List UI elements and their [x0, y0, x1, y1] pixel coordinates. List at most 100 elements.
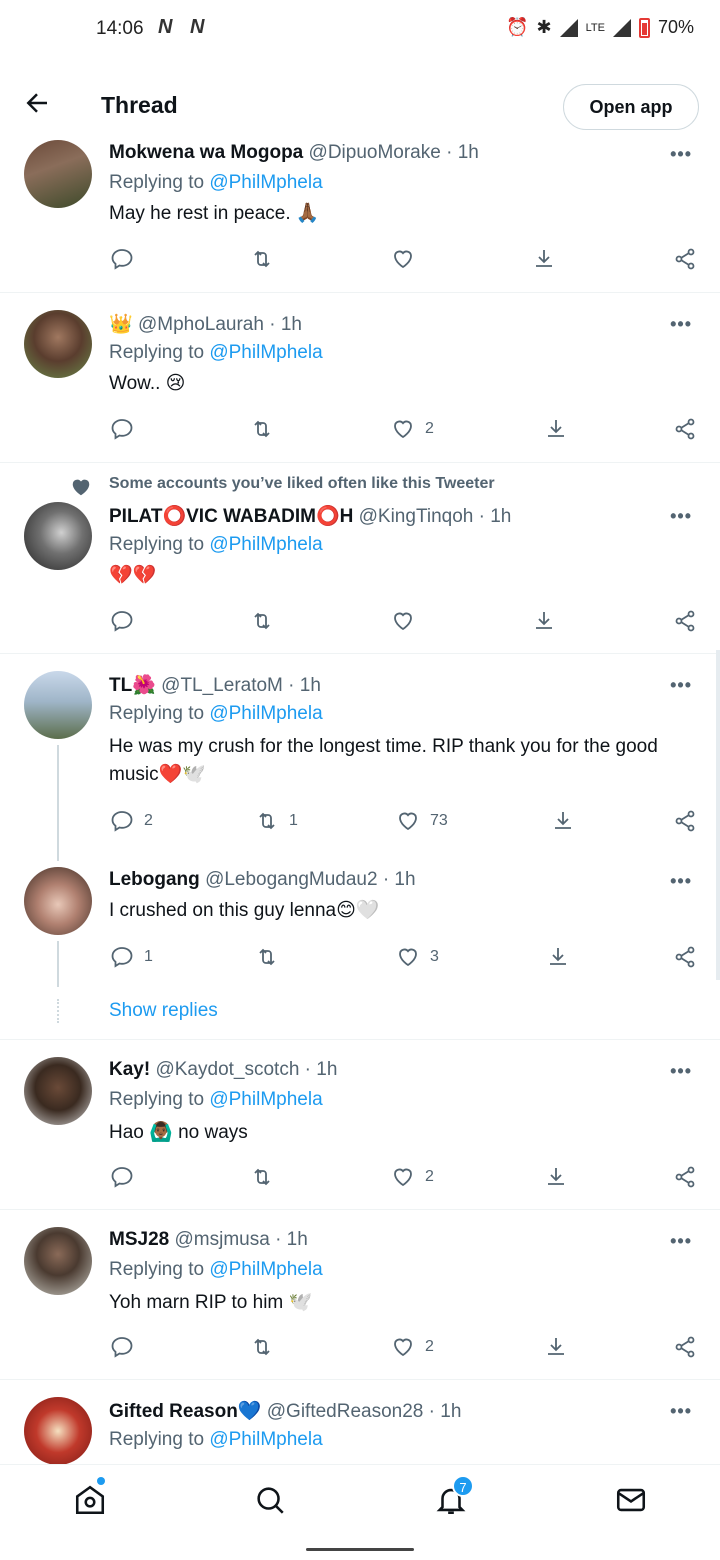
- retweet-button[interactable]: [255, 945, 289, 969]
- like-button[interactable]: [391, 247, 425, 271]
- nav-notifications[interactable]: 7: [434, 1475, 474, 1517]
- reply-button[interactable]: [110, 1165, 144, 1189]
- handle[interactable]: @DipuoMorake: [309, 142, 441, 163]
- avatar[interactable]: [24, 1397, 92, 1464]
- download-button[interactable]: [546, 945, 570, 969]
- show-replies-link[interactable]: Show replies: [109, 1000, 218, 1022]
- share-button[interactable]: [673, 247, 697, 271]
- display-name[interactable]: MSJ28: [109, 1229, 169, 1250]
- display-name[interactable]: Kay!: [109, 1059, 150, 1080]
- tweet[interactable]: Kay! @Kaydot_scotch · 1h ••• Replying to…: [0, 1041, 720, 1210]
- nav-messages[interactable]: [614, 1483, 648, 1517]
- reply-button[interactable]: [110, 1335, 144, 1359]
- nav-search[interactable]: [253, 1483, 287, 1517]
- more-options-icon[interactable]: •••: [670, 675, 692, 696]
- mention-link[interactable]: @PhilMphela: [209, 1089, 322, 1110]
- display-name[interactable]: TL🌺: [109, 675, 156, 696]
- retweet-button[interactable]: [250, 609, 284, 633]
- tweet[interactable]: TL🌺 @TL_LeratoM · 1h ••• Replying to @Ph…: [0, 655, 720, 861]
- reply-button[interactable]: [110, 609, 144, 633]
- share-button[interactable]: [673, 609, 697, 633]
- handle[interactable]: @GiftedReason28: [267, 1401, 424, 1422]
- like-button[interactable]: 73: [396, 809, 448, 833]
- home-indicator[interactable]: [306, 1548, 414, 1551]
- nav-home[interactable]: [73, 1477, 107, 1517]
- retweet-button[interactable]: [250, 417, 284, 441]
- retweet-button[interactable]: [250, 1165, 284, 1189]
- mention-link[interactable]: @PhilMphela: [209, 703, 322, 724]
- share-button[interactable]: [673, 1335, 697, 1359]
- share-button[interactable]: [673, 417, 697, 441]
- avatar[interactable]: [24, 671, 92, 739]
- mention-link[interactable]: @PhilMphela: [209, 342, 322, 363]
- retweet-button[interactable]: 1: [255, 809, 298, 833]
- avatar[interactable]: [24, 1227, 92, 1295]
- more-options-icon[interactable]: •••: [670, 144, 692, 165]
- display-name[interactable]: PILAT⭕VIC WABADIM⭕H: [109, 506, 353, 527]
- display-name[interactable]: 👑: [109, 314, 133, 335]
- like-button[interactable]: 2: [391, 1335, 434, 1359]
- retweet-button[interactable]: [250, 247, 284, 271]
- cell-signal-icon: [612, 18, 631, 37]
- mention-link[interactable]: @PhilMphela: [209, 1259, 322, 1280]
- handle[interactable]: @TL_LeratoM: [161, 675, 283, 696]
- more-options-icon[interactable]: •••: [670, 1061, 692, 1082]
- avatar[interactable]: [24, 140, 92, 208]
- handle[interactable]: @MphoLaurah: [138, 314, 264, 335]
- more-options-icon[interactable]: •••: [670, 1401, 692, 1422]
- avatar[interactable]: [24, 867, 92, 935]
- mention-link[interactable]: @PhilMphela: [209, 1429, 322, 1450]
- back-arrow-icon[interactable]: [22, 88, 52, 118]
- display-name[interactable]: Gifted Reason💙: [109, 1401, 261, 1422]
- gesture-area: [0, 1536, 720, 1560]
- tweet[interactable]: Some accounts you’ve liked often like th…: [0, 464, 720, 654]
- like-button[interactable]: [391, 609, 425, 633]
- like-button[interactable]: 2: [391, 1165, 434, 1189]
- more-options-icon[interactable]: •••: [670, 871, 692, 892]
- handle[interactable]: @LebogangMudau2: [205, 869, 377, 890]
- open-app-button[interactable]: Open app: [563, 84, 699, 130]
- tweet-meta: Gifted Reason💙 @GiftedReason28 · 1h: [109, 1399, 461, 1423]
- share-button[interactable]: [673, 1165, 697, 1189]
- avatar[interactable]: [24, 1057, 92, 1125]
- download-icon: [548, 420, 564, 437]
- avatar[interactable]: [24, 310, 92, 378]
- reply-button[interactable]: [110, 247, 144, 271]
- reply-button[interactable]: 2: [110, 809, 153, 833]
- like-button[interactable]: 3: [396, 945, 439, 969]
- tweet-text: May he rest in peace. 🙏🏾: [109, 203, 320, 224]
- more-options-icon[interactable]: •••: [670, 506, 692, 527]
- tweet[interactable]: Gifted Reason💙 @GiftedReason28 · 1h ••• …: [0, 1381, 720, 1464]
- download-button[interactable]: [551, 809, 575, 833]
- more-options-icon[interactable]: •••: [670, 314, 692, 335]
- avatar[interactable]: [24, 502, 92, 570]
- handle[interactable]: @msjmusa: [174, 1229, 269, 1250]
- scrollbar[interactable]: [716, 650, 720, 980]
- download-button[interactable]: [544, 417, 568, 441]
- status-bar: 14:06 N N ⏰ ✱ LTE 70%: [0, 0, 720, 60]
- retweet-icon: [259, 948, 275, 966]
- more-options-icon[interactable]: •••: [670, 1231, 692, 1252]
- share-button[interactable]: [673, 809, 697, 833]
- handle[interactable]: @Kaydot_scotch: [155, 1059, 299, 1080]
- mention-link[interactable]: @PhilMphela: [209, 534, 322, 555]
- battery-icon: [638, 17, 650, 38]
- share-button[interactable]: [673, 945, 697, 969]
- tweet[interactable]: Lebogang @LebogangMudau2 · 1h ••• I crus…: [0, 855, 720, 1040]
- handle[interactable]: @KingTinqoh: [359, 506, 474, 527]
- reply-button[interactable]: [110, 417, 144, 441]
- tweet[interactable]: 👑 @MphoLaurah · 1h ••• Replying to @Phil…: [0, 294, 720, 463]
- download-button[interactable]: [532, 247, 556, 271]
- tweet[interactable]: MSJ28 @msjmusa · 1h ••• Replying to @Phi…: [0, 1211, 720, 1380]
- download-button[interactable]: [544, 1335, 568, 1359]
- reply-button[interactable]: 1: [110, 945, 153, 969]
- like-button[interactable]: 2: [391, 417, 434, 441]
- download-button[interactable]: [532, 609, 556, 633]
- tweet[interactable]: Mokwena wa Mogopa @DipuoMorake · 1h ••• …: [0, 140, 720, 293]
- display-name[interactable]: Lebogang: [109, 869, 200, 890]
- retweet-button[interactable]: [250, 1335, 284, 1359]
- display-name[interactable]: Mokwena wa Mogopa: [109, 142, 303, 163]
- download-button[interactable]: [544, 1165, 568, 1189]
- mention-link[interactable]: @PhilMphela: [209, 172, 322, 193]
- social-context: Some accounts you’ve liked often like th…: [109, 475, 495, 492]
